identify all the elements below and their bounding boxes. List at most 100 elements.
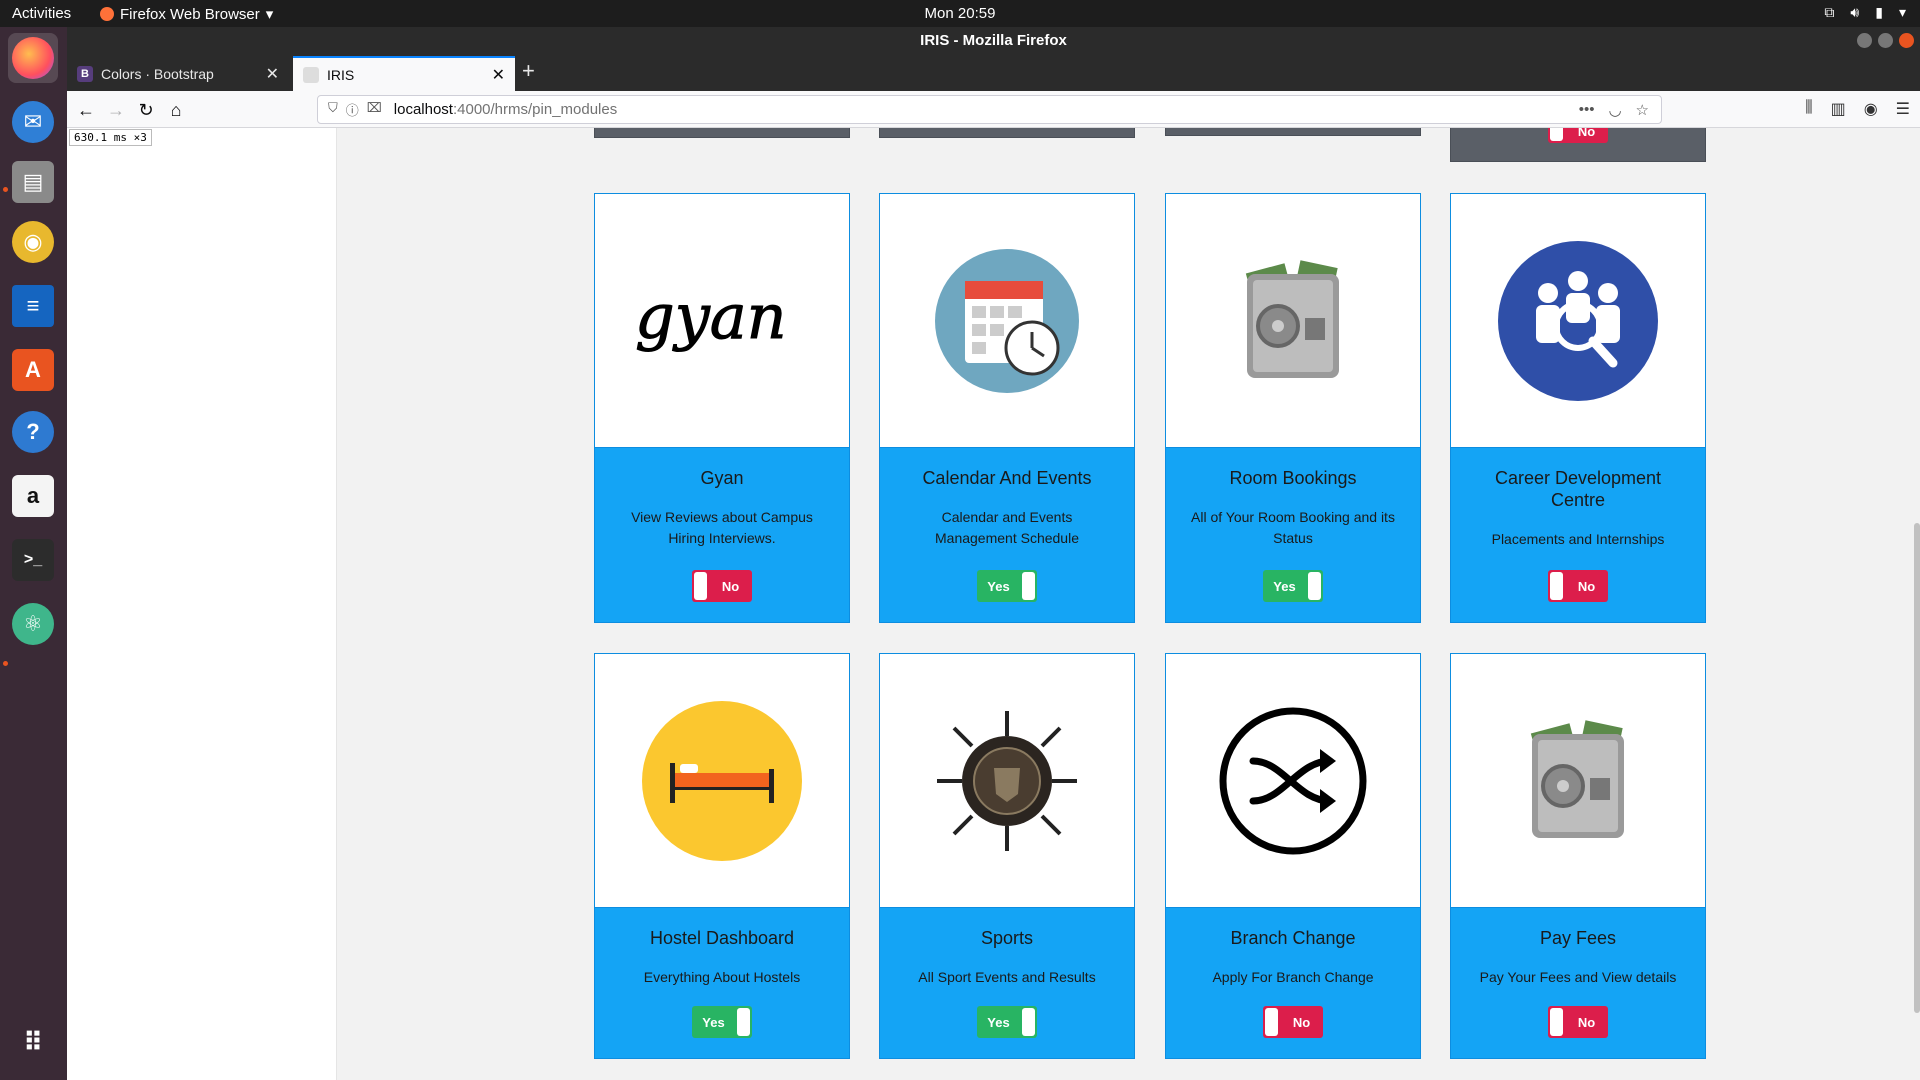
help-icon: ? xyxy=(12,411,54,453)
library-icon[interactable]: ⫼ xyxy=(1805,99,1812,119)
account-icon[interactable]: ◉ xyxy=(1864,99,1878,119)
module-toggle[interactable]: Yes xyxy=(977,1006,1037,1038)
module-card-sports: Sports All Sport Events and Results Yes xyxy=(879,653,1135,1059)
toggle-knob xyxy=(1308,572,1321,600)
pocket-icon[interactable]: ◡ xyxy=(1608,101,1621,119)
dock-firefox[interactable] xyxy=(8,33,58,83)
tab-label: IRIS xyxy=(327,66,355,83)
module-toggle[interactable]: Yes xyxy=(692,1006,752,1038)
chevron-down-icon: ▾ xyxy=(1898,4,1906,20)
home-button[interactable]: ⌂ xyxy=(163,97,189,123)
show-applications-button[interactable]: ⠿ xyxy=(8,1017,58,1067)
hamburger-menu-icon[interactable]: ☰ xyxy=(1896,99,1910,119)
volume-icon: 🔊︎ xyxy=(1850,4,1860,20)
permissions-icon[interactable]: ⌧ xyxy=(367,100,382,119)
module-card-branch-change: Branch Change Apply For Branch Change No xyxy=(1165,653,1421,1059)
dock-amazon[interactable]: a xyxy=(8,471,58,521)
dock-thunderbird[interactable]: ✉ xyxy=(8,97,58,147)
files-icon: ▤ xyxy=(12,161,54,203)
left-panel: 630.1 ms ×3 xyxy=(67,128,337,1080)
toggle-label: Yes xyxy=(1273,578,1296,594)
dock-terminal[interactable]: >_ xyxy=(8,535,58,585)
page-actions-icon[interactable]: ••• xyxy=(1579,101,1595,119)
page-scrollbar[interactable] xyxy=(1914,523,1920,1013)
module-toggle[interactable]: No xyxy=(692,570,752,602)
new-tab-button[interactable]: + xyxy=(522,58,535,84)
module-toggle[interactable]: No xyxy=(1548,1006,1608,1038)
career-people-icon xyxy=(1451,194,1705,448)
forward-button[interactable]: → xyxy=(103,97,129,123)
clock[interactable]: Mon 20:59 xyxy=(925,5,996,22)
perf-counter: 630.1 ms ×3 xyxy=(69,129,152,146)
close-icon[interactable]: ✕ xyxy=(492,65,505,85)
url-bar[interactable]: ⛉ ⓘ ⌧ localhost:4000/hrms/pin_modules ••• ◡… xyxy=(317,95,1662,124)
toggle-knob xyxy=(1550,572,1563,600)
svg-text:gyan: gyan xyxy=(635,280,787,353)
module-title: Hostel Dashboard xyxy=(649,928,795,948)
dock-files[interactable]: ▤ xyxy=(8,157,58,207)
module-description: Everything About Hostels xyxy=(643,969,801,985)
tab-colors-bootstrap[interactable]: B Colors · Bootstrap ✕ xyxy=(67,56,289,91)
iris-icon xyxy=(303,66,319,83)
tab-iris[interactable]: IRIS ✕ xyxy=(293,56,515,91)
module-toggle[interactable]: No xyxy=(1548,570,1608,602)
bookmark-star-icon[interactable]: ☆ xyxy=(1636,101,1649,119)
partial-card xyxy=(594,128,850,138)
toggle-label: Yes xyxy=(987,1014,1010,1030)
module-title: Sports xyxy=(980,928,1034,948)
dock-atom[interactable]: ⚛ xyxy=(8,599,58,649)
navigation-toolbar: ← → ↻ ⌂ ⛉ ⓘ ⌧ localhost:4000/hrms/pin_modu… xyxy=(67,91,1920,128)
reload-button[interactable]: ↻ xyxy=(133,97,159,123)
dock: ✉ ▤ ◉ ≡ A ? a >_ ⚛ ⠿ xyxy=(0,27,67,1080)
system-tray[interactable]: ⧉ 🔊︎ ▮ ▾ xyxy=(1824,4,1906,21)
module-description: All of Your Room Booking and its Status xyxy=(1191,509,1395,546)
software-icon: A xyxy=(12,349,54,391)
module-title: Room Bookings xyxy=(1229,468,1357,488)
url-path: :4000/hrms/pin_modules xyxy=(452,101,618,118)
toggle-knob xyxy=(1550,1008,1563,1036)
toggle-label: No xyxy=(1292,1014,1311,1030)
terminal-icon: >_ xyxy=(12,539,54,581)
page-content: 630.1 ms ×3 No gyan Gyan View Reviews ab… xyxy=(67,128,1920,1080)
tab-label: Colors · Bootstrap xyxy=(101,65,214,82)
module-card-calendar: Calendar And Events Calendar and Events … xyxy=(879,193,1135,623)
partial-card: No xyxy=(1450,128,1706,162)
shield-icon[interactable]: ⛉ xyxy=(328,100,338,119)
partial-card xyxy=(1165,128,1421,136)
safe-icon xyxy=(1166,194,1420,448)
toggle-label: No xyxy=(1577,1014,1596,1030)
maximize-button[interactable] xyxy=(1878,33,1893,48)
dock-software[interactable]: A xyxy=(8,345,58,395)
minimize-button[interactable] xyxy=(1857,33,1872,48)
gnome-top-bar: Activities Firefox Web Browser ▾ Mon 20:… xyxy=(0,0,1920,27)
toggle-label: No xyxy=(721,578,740,594)
modules-area: No gyan Gyan View Reviews about Campus H… xyxy=(337,128,1920,1080)
atom-icon: ⚛ xyxy=(12,603,54,645)
sidebar-icon[interactable]: ▥ xyxy=(1831,99,1846,119)
module-description: All Sport Events and Results xyxy=(918,969,1096,985)
rhythmbox-icon: ◉ xyxy=(12,221,54,263)
module-card-gyan: gyan Gyan View Reviews about Campus Hiri… xyxy=(594,193,850,623)
module-toggle[interactable]: Yes xyxy=(977,570,1037,602)
battery-icon: ▮ xyxy=(1875,4,1883,20)
close-icon[interactable]: ✕ xyxy=(266,64,279,84)
dock-writer[interactable]: ≡ xyxy=(8,281,58,331)
safe-icon xyxy=(1451,654,1705,908)
info-icon[interactable]: ⓘ xyxy=(346,100,359,119)
back-button[interactable]: ← xyxy=(73,97,99,123)
module-title: Gyan xyxy=(700,468,744,488)
module-card-pay-fees: Pay Fees Pay Your Fees and View details … xyxy=(1450,653,1706,1059)
module-description: Placements and Internships xyxy=(1491,531,1665,547)
close-window-button[interactable] xyxy=(1899,33,1914,48)
dock-help[interactable]: ? xyxy=(8,407,58,457)
module-toggle[interactable]: Yes xyxy=(1263,570,1323,602)
module-toggle[interactable]: No xyxy=(1263,1006,1323,1038)
module-description: View Reviews about Campus Hiring Intervi… xyxy=(631,509,813,546)
app-menu[interactable]: Firefox Web Browser ▾ xyxy=(100,5,273,23)
module-card-career: Career Development Centre Placements and… xyxy=(1450,193,1706,623)
module-toggle[interactable]: No xyxy=(1548,128,1608,143)
dock-rhythmbox[interactable]: ◉ xyxy=(8,217,58,267)
calendar-clock-icon xyxy=(880,194,1134,448)
running-indicator xyxy=(3,661,8,666)
activities-button[interactable]: Activities xyxy=(12,5,71,22)
